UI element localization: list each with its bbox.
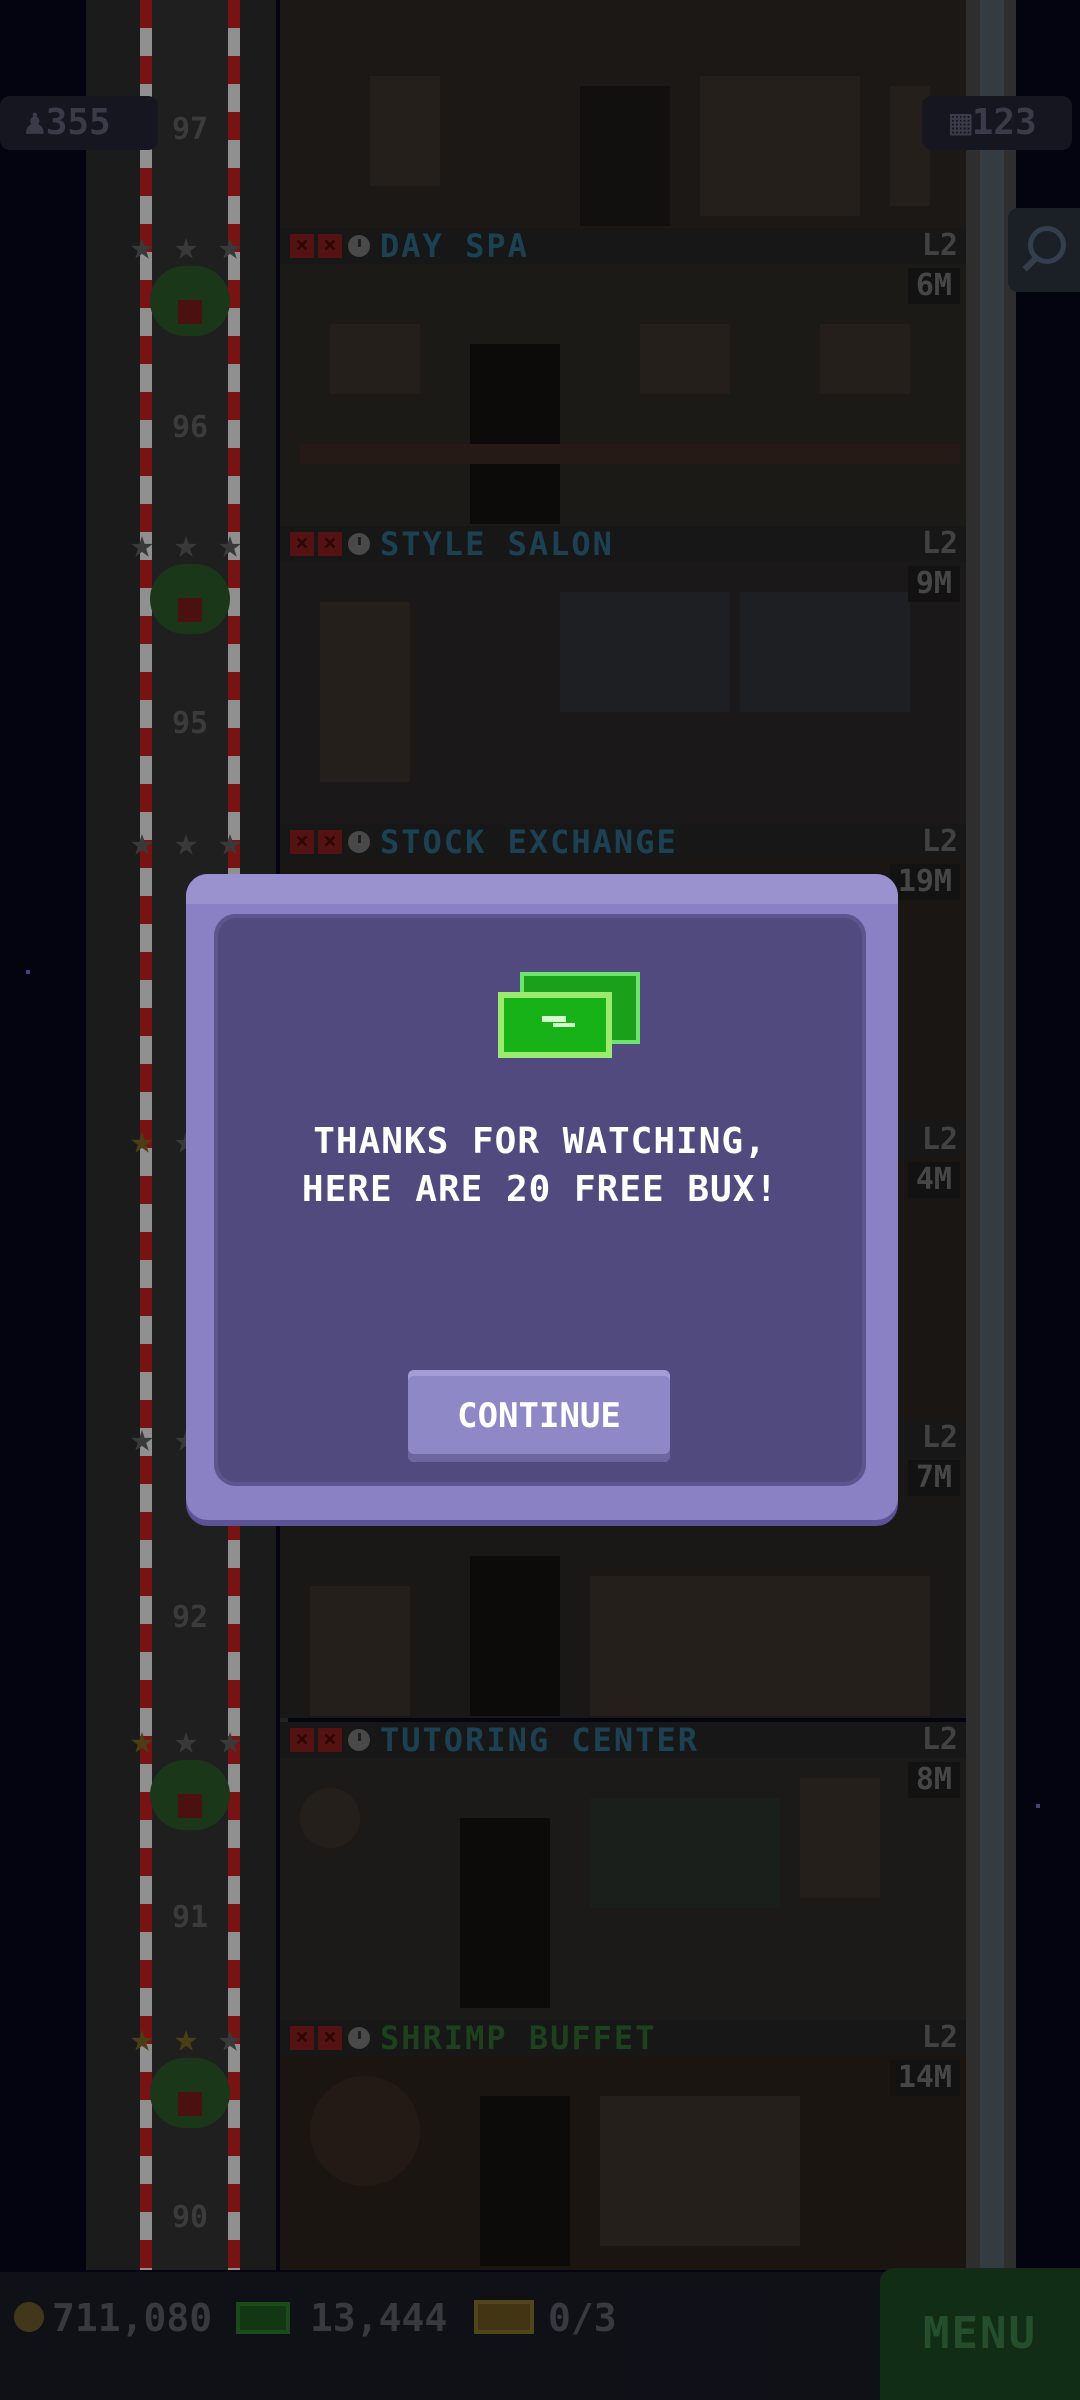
reward-message-line: HERE ARE 20 FREE BUX! [301, 1169, 779, 1210]
reward-message-line: THANKS FOR WATCHING, [313, 1121, 767, 1162]
reward-dialog: THANKS FOR WATCHING, HERE ARE 20 FREE BU… [186, 874, 898, 1520]
cash-icon [498, 972, 640, 1062]
reward-message: THANKS FOR WATCHING, HERE ARE 20 FREE BU… [214, 1118, 866, 1214]
continue-button[interactable]: CONTINUE [408, 1370, 670, 1462]
reward-dialog-body: THANKS FOR WATCHING, HERE ARE 20 FREE BU… [214, 914, 866, 1486]
